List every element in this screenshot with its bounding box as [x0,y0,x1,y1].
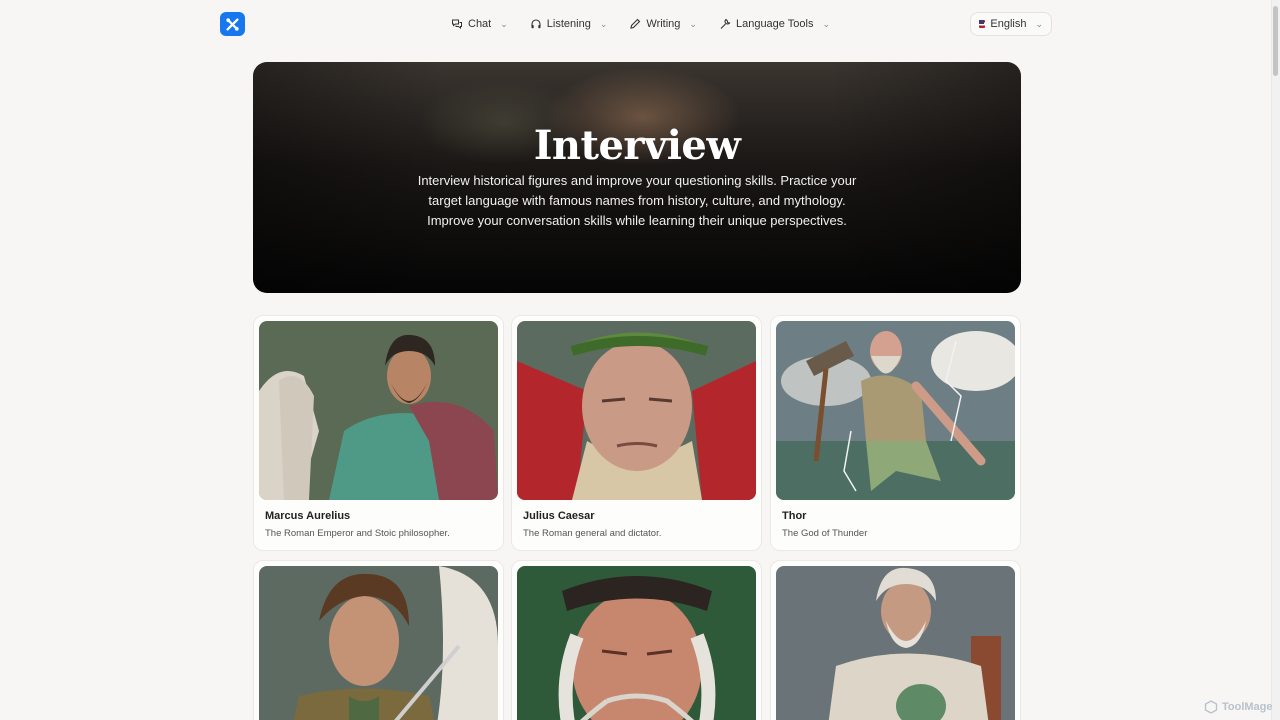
figure-name: Thor [782,510,807,522]
watermark-text: ToolMage [1222,701,1273,713]
tools-logo-icon [226,17,239,31]
alexander-portrait [259,566,498,720]
chat-icon [451,18,463,30]
top-navigation: Chat ⌄ Listening ⌄ Writing ⌄ Language To… [0,0,1280,48]
chevron-down-icon: ⌄ [1035,18,1043,29]
marcus-aurelius-portrait [259,321,498,500]
julius-caesar-portrait [517,321,756,500]
us-flag-icon [979,20,986,28]
hexagon-logo-icon [1204,700,1218,714]
figure-card[interactable] [770,560,1021,720]
figure-description: The God of Thunder [782,528,868,539]
figure-description: The Roman general and dictator. [523,528,662,539]
pencil-icon [629,18,641,30]
hero-banner: Interview Interview historical figures a… [253,62,1021,293]
figure-name: Julius Caesar [523,510,595,522]
menu-chat-label: Chat [468,18,492,30]
chevron-down-icon: ⌄ [822,18,830,29]
app-logo[interactable] [220,12,245,36]
hero-description: Interview historical figures and improve… [417,173,857,228]
chevron-down-icon: ⌄ [689,18,697,29]
menu-listening[interactable]: Listening ⌄ [519,12,619,36]
language-label: English [990,18,1027,30]
headphones-icon [530,18,542,30]
language-selector[interactable]: English ⌄ [970,12,1052,36]
figure-description: The Roman Emperor and Stoic philosopher. [265,528,450,539]
figure-card[interactable] [511,560,762,720]
chevron-down-icon: ⌄ [599,18,608,29]
figure-card-julius-caesar[interactable]: Julius Caesar The Roman general and dict… [511,315,762,551]
menu-listening-label: Listening [546,18,591,30]
scrollbar-thumb[interactable] [1273,6,1278,76]
main-menu: Chat ⌄ Listening ⌄ Writing ⌄ Language To… [440,12,841,36]
chevron-down-icon: ⌄ [500,18,508,29]
menu-writing-label: Writing [646,18,681,30]
figure-name: Marcus Aurelius [265,510,351,522]
figure-card[interactable] [253,560,504,720]
watermark: ToolMage [1204,700,1273,714]
menu-writing[interactable]: Writing ⌄ [618,12,708,36]
figure-card-thor[interactable]: Thor The God of Thunder [770,315,1021,551]
genghis-khan-portrait [517,566,756,720]
menu-chat[interactable]: Chat ⌄ [440,12,519,36]
page-scrollbar[interactable] [1271,0,1280,720]
page-title: Interview [533,122,741,169]
menu-language-tools[interactable]: Language Tools ⌄ [708,12,841,36]
thor-portrait [776,321,1015,500]
menu-language-tools-label: Language Tools [735,18,814,30]
socrates-portrait [776,566,1015,720]
figure-card-marcus-aurelius[interactable]: Marcus Aurelius The Roman Emperor and St… [253,315,504,551]
wrench-icon [719,18,731,30]
